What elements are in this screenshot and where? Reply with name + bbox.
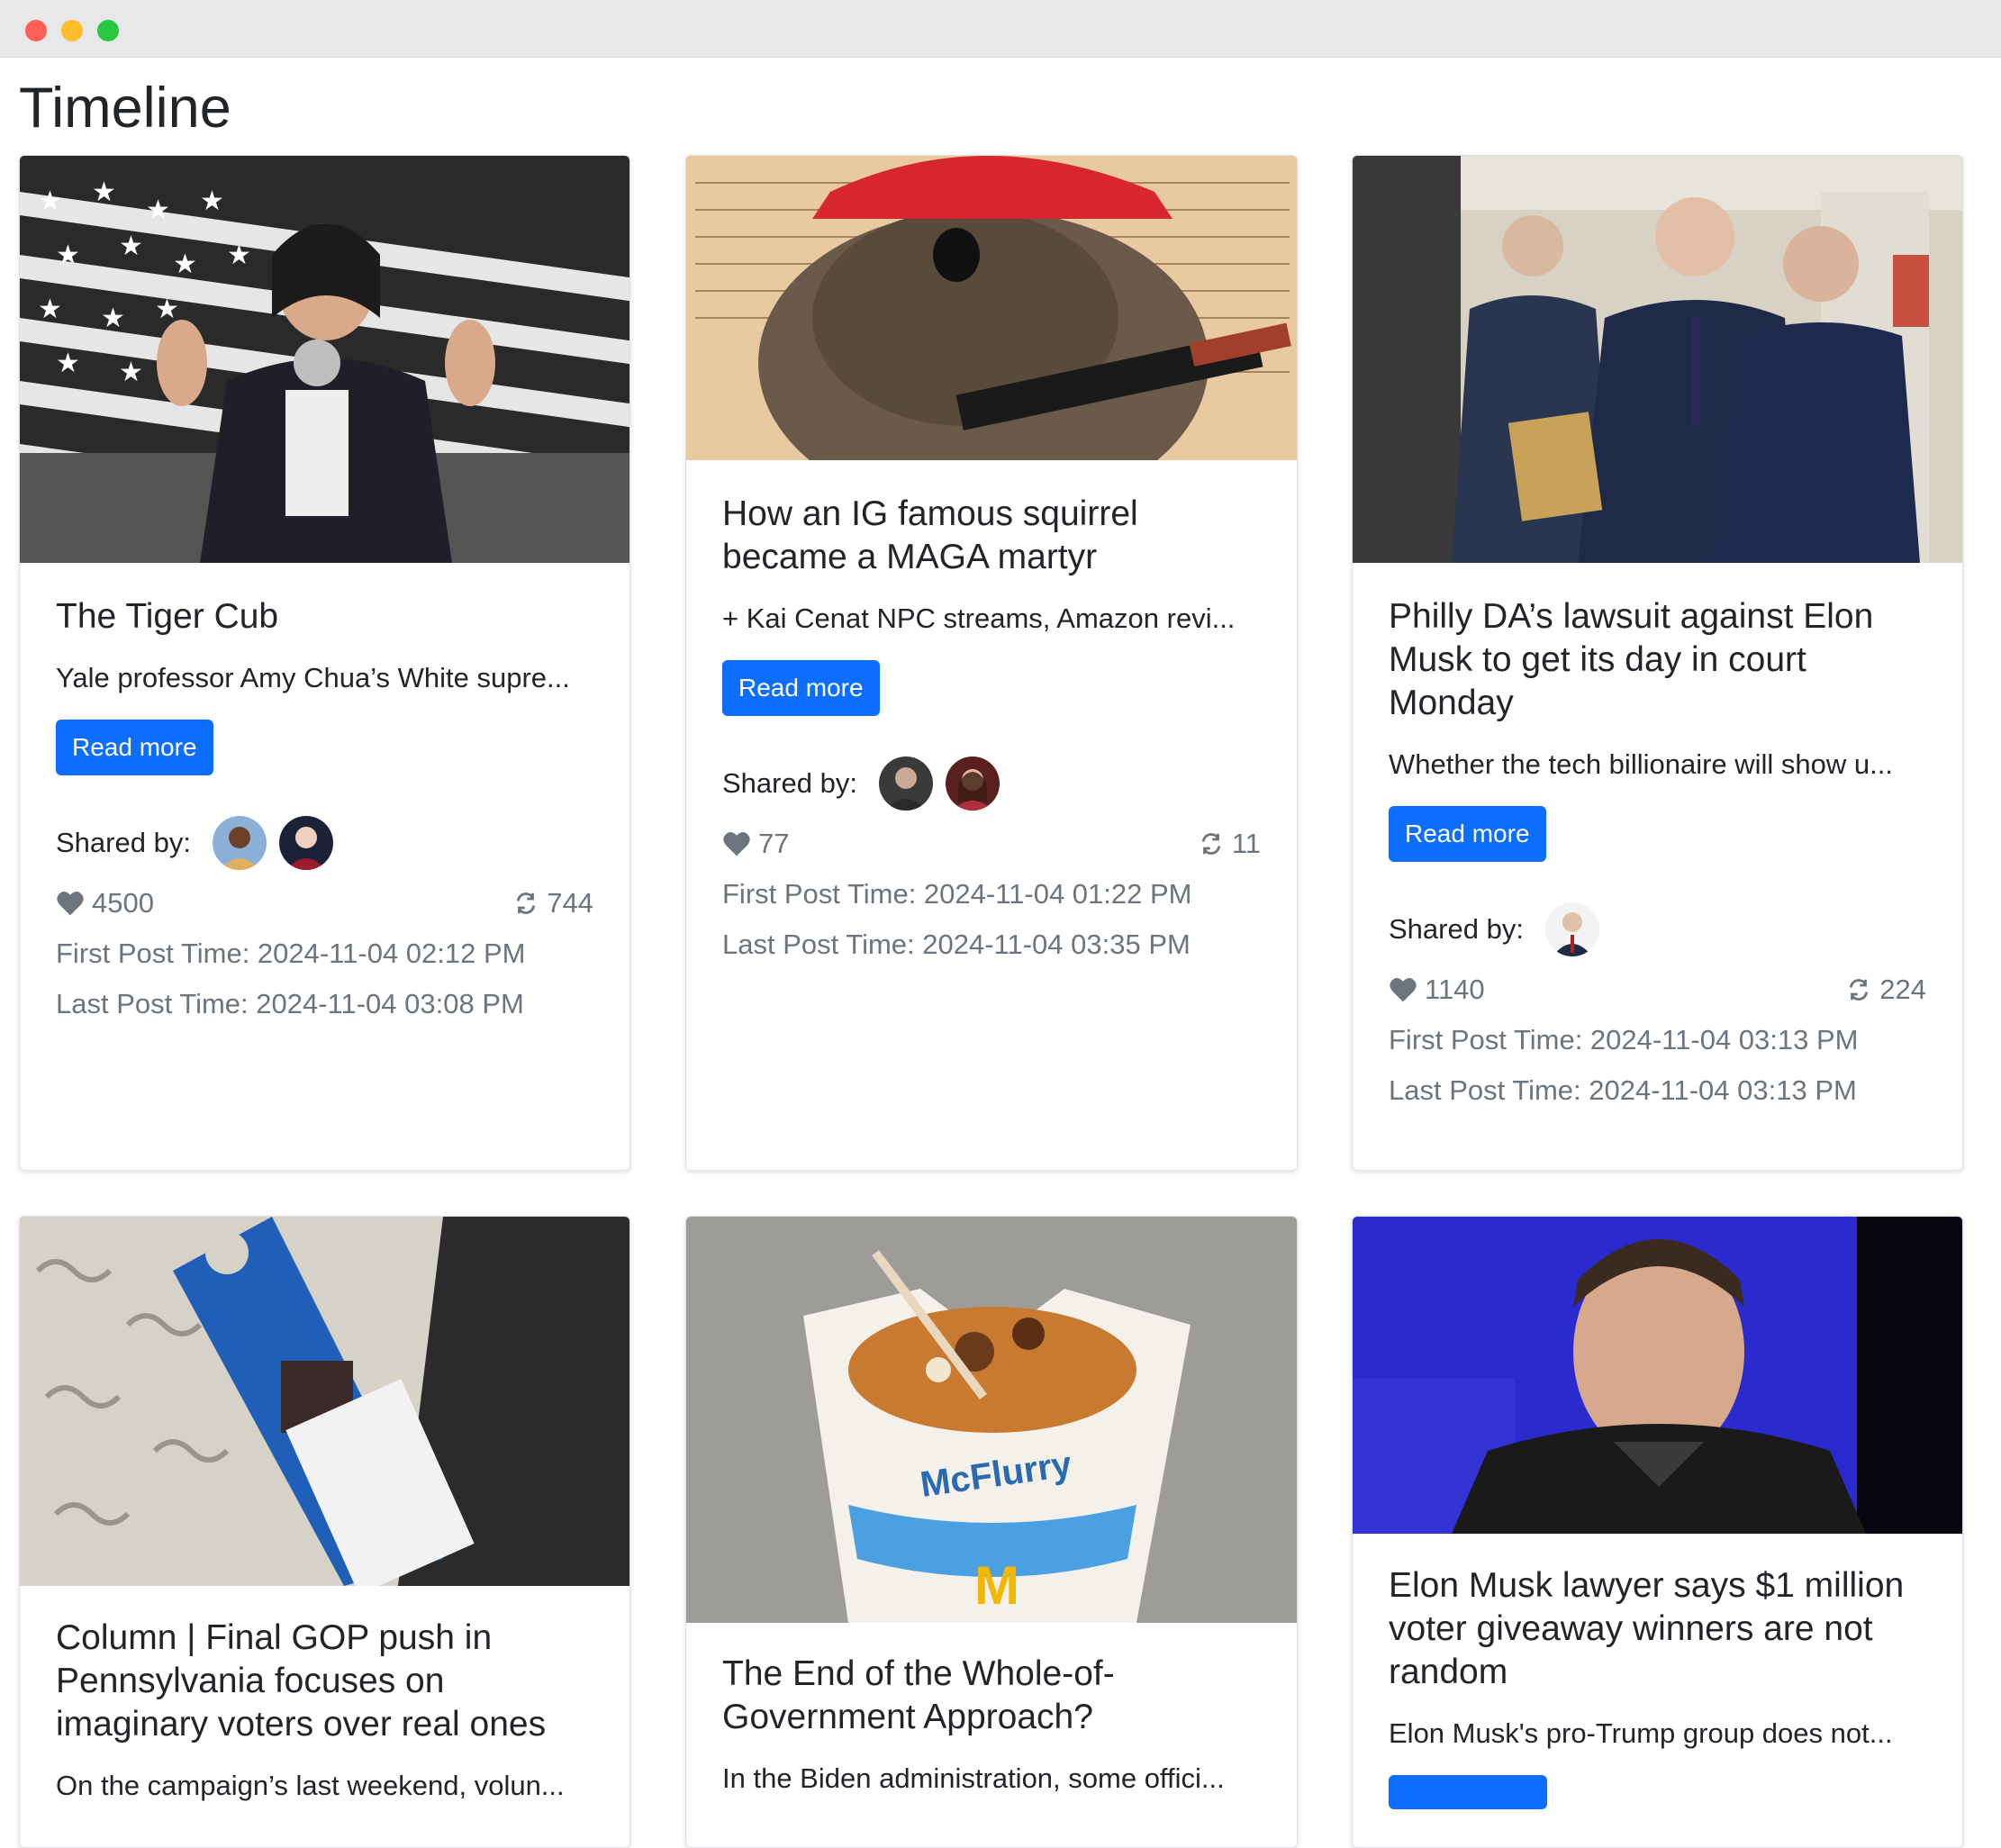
article-title[interactable]: Philly DA’s lawsuit against Elon Musk to…: [1389, 595, 1926, 725]
heart-icon: [1390, 977, 1417, 1002]
svg-text:M: M: [974, 1555, 1019, 1616]
shared-by-row: Shared by:: [56, 815, 593, 871]
article-snippet: Yale professor Amy Chua’s White supre...: [56, 662, 570, 693]
last-post-time: Last Post Time: 2024-11-04 03:13 PM: [1389, 1074, 1857, 1106]
article-card: Elon Musk lawyer says $1 million voter g…: [1352, 1216, 1963, 1848]
first-post-time: First Post Time: 2024-11-04 01:22 PM: [722, 878, 1192, 910]
heart-icon: [723, 831, 750, 856]
svg-text:★: ★: [200, 186, 224, 217]
article-snippet: Whether the tech billionaire will show u…: [1389, 748, 1893, 780]
reposts-stat: 224: [1845, 970, 1926, 1010]
svg-text:★: ★: [56, 348, 80, 379]
shared-by-label: Shared by:: [722, 767, 857, 799]
reposts-count: 744: [547, 887, 593, 919]
svg-text:★: ★: [101, 303, 125, 334]
article-snippet: + Kai Cenat NPC streams, Amazon revi...: [722, 602, 1236, 634]
last-post-time: Last Post Time: 2024-11-04 03:08 PM: [56, 988, 524, 1019]
likes-stat: 1140: [1389, 970, 1485, 1010]
likes-stat: 77: [722, 824, 789, 864]
svg-text:★: ★: [173, 249, 197, 280]
reposts-stat: 11: [1198, 824, 1261, 864]
article-card: McFlurry M The End of the Whole-of-Gover…: [685, 1216, 1298, 1848]
svg-text:★: ★: [146, 195, 170, 226]
last-post-time: Last Post Time: 2024-11-04 03:35 PM: [722, 929, 1191, 960]
avatar[interactable]: [945, 756, 1000, 811]
article-title[interactable]: The End of the Whole-of-Government Appro…: [722, 1653, 1261, 1739]
article-image: ★ ★ ★ ★ ★ ★ ★ ★ ★ ★ ★ ★ ★: [20, 156, 629, 563]
reposts-count: 224: [1879, 974, 1926, 1005]
reposts-stat: 744: [512, 883, 593, 923]
avatar[interactable]: [278, 816, 333, 870]
read-more-button[interactable]: Read more: [1389, 806, 1546, 862]
svg-text:★: ★: [38, 294, 62, 325]
reposts-count: 11: [1231, 828, 1261, 859]
close-window-icon[interactable]: [25, 20, 47, 41]
engagement-stats: 1140 224: [1389, 970, 1926, 1010]
svg-text:★: ★: [119, 357, 143, 388]
read-more-button[interactable]: [1389, 1775, 1547, 1809]
article-image: [20, 1217, 629, 1586]
likes-count: 77: [758, 828, 790, 859]
article-image: McFlurry M: [686, 1217, 1297, 1623]
svg-text:★: ★: [56, 240, 80, 271]
shared-by-row: Shared by:: [1389, 901, 1926, 957]
likes-stat: 4500: [56, 883, 154, 923]
read-more-button[interactable]: Read more: [56, 720, 213, 775]
shared-by-row: Shared by:: [722, 756, 1261, 811]
read-more-button[interactable]: Read more: [722, 660, 880, 716]
repost-icon: [1201, 833, 1220, 855]
article-snippet: On the campaign’s last weekend, volun...: [56, 1770, 565, 1801]
maximize-window-icon[interactable]: [97, 20, 119, 41]
repost-icon: [1850, 979, 1869, 1001]
article-image: [1353, 1217, 1962, 1534]
article-card: Philly DA’s lawsuit against Elon Musk to…: [1352, 155, 1963, 1171]
svg-text:★: ★: [155, 294, 179, 325]
article-image: [686, 156, 1297, 460]
likes-count: 1140: [1425, 974, 1485, 1005]
repost-icon: [517, 892, 536, 914]
article-image: [1353, 156, 1962, 563]
engagement-stats: 77 11: [722, 824, 1261, 864]
shared-by-label: Shared by:: [56, 827, 191, 858]
minimize-window-icon[interactable]: [61, 20, 83, 41]
first-post-time: First Post Time: 2024-11-04 03:13 PM: [1389, 1024, 1859, 1055]
likes-count: 4500: [92, 887, 154, 919]
avatar[interactable]: [212, 816, 267, 870]
article-title[interactable]: The Tiger Cub: [56, 595, 593, 639]
svg-text:★: ★: [92, 177, 116, 208]
article-title[interactable]: How an IG famous squirrel became a MAGA …: [722, 493, 1261, 579]
engagement-stats: 4500 744: [56, 883, 593, 923]
article-snippet: In the Biden administration, some offici…: [722, 1762, 1225, 1794]
article-title[interactable]: Elon Musk lawyer says $1 million voter g…: [1389, 1564, 1926, 1694]
article-snippet: Elon Musk's pro-Trump group does not...: [1389, 1717, 1893, 1749]
avatar[interactable]: [1544, 902, 1599, 956]
heart-icon: [57, 891, 84, 916]
svg-text:★: ★: [227, 240, 251, 271]
article-card: ★ ★ ★ ★ ★ ★ ★ ★ ★ ★ ★ ★ ★ The Tiger Cub Yale prof…: [19, 155, 630, 1171]
window-titlebar: [0, 0, 2001, 58]
svg-text:★: ★: [38, 186, 62, 217]
first-post-time: First Post Time: 2024-11-04 02:12 PM: [56, 938, 526, 969]
shared-by-label: Shared by:: [1389, 913, 1524, 945]
article-card: Column | Final GOP push in Pennsylvania …: [19, 1216, 630, 1848]
avatar[interactable]: [878, 756, 933, 811]
svg-text:★: ★: [119, 231, 143, 262]
page-title: Timeline: [19, 77, 231, 140]
article-title[interactable]: Column | Final GOP push in Pennsylvania …: [56, 1617, 593, 1746]
article-card: How an IG famous squirrel became a MAGA …: [685, 155, 1298, 1171]
